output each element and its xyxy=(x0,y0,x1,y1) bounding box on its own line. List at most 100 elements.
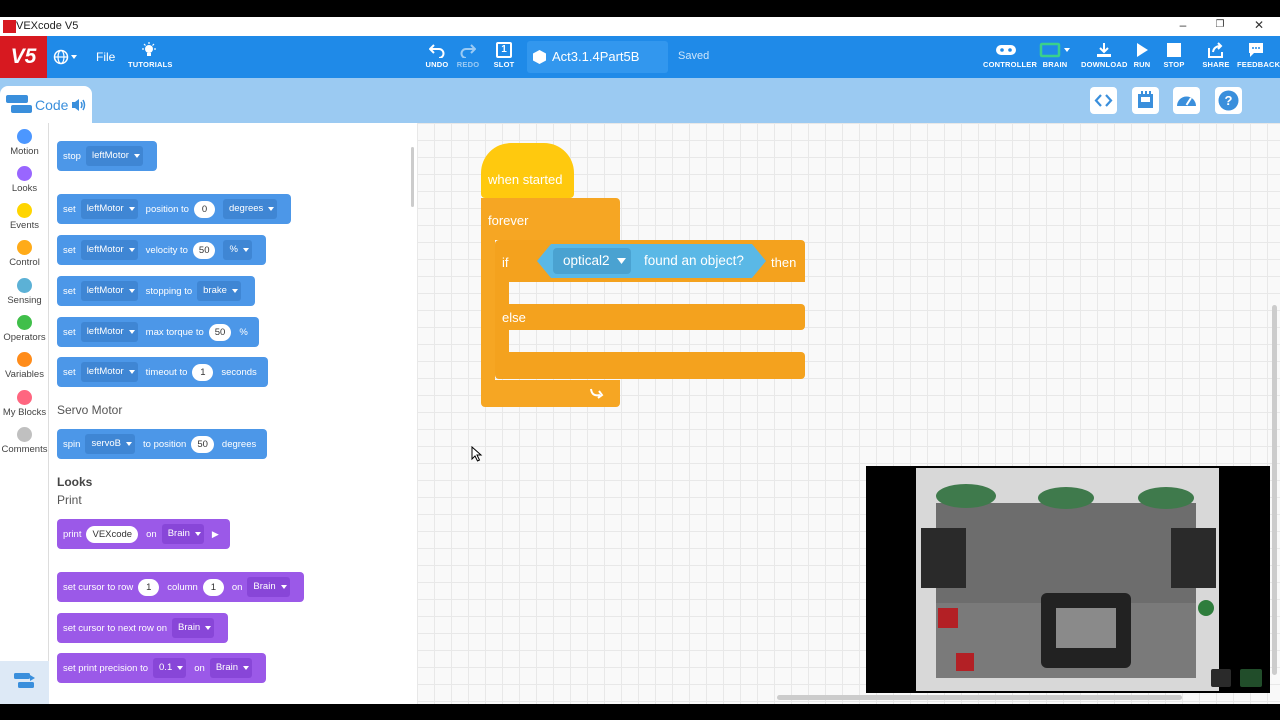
set-position-block[interactable]: set leftMotor position to 0 degrees xyxy=(57,194,292,224)
screen-dropdown[interactable]: Brain xyxy=(161,524,204,544)
row-input[interactable]: 1 xyxy=(138,578,160,596)
if-footer[interactable] xyxy=(495,352,805,379)
motor-dropdown[interactable]: leftMotor xyxy=(80,362,138,382)
file-menu[interactable]: File xyxy=(96,50,115,64)
extensions-icon xyxy=(14,673,35,688)
tab-code[interactable]: Code xyxy=(0,86,92,123)
servo-dropdown[interactable]: servoB xyxy=(85,434,136,454)
category-control[interactable]: Control xyxy=(0,240,49,268)
project-name-field[interactable]: Act3.1.4Part5B xyxy=(527,41,668,73)
value-input[interactable]: 1 xyxy=(192,363,214,381)
precision-dropdown[interactable]: 0.1 xyxy=(153,658,187,678)
unit-dropdown[interactable]: % xyxy=(223,240,252,260)
code-viewer-button[interactable] xyxy=(1090,87,1117,114)
set-stopping-block[interactable]: set leftMotor stopping to brake xyxy=(57,276,255,306)
screen-dropdown[interactable]: Brain xyxy=(209,658,252,678)
block-text: set xyxy=(63,203,76,215)
slot-button[interactable]: 1 SLOT xyxy=(491,42,517,69)
code-brackets-icon xyxy=(1094,94,1113,107)
motor-dropdown[interactable]: leftMotor xyxy=(80,240,138,260)
set-velocity-block[interactable]: set leftMotor velocity to 50 % xyxy=(57,235,266,265)
block-text: if xyxy=(502,255,509,270)
undo-button[interactable]: UNDO xyxy=(424,42,450,69)
extensions-button[interactable] xyxy=(0,661,49,704)
language-button[interactable] xyxy=(53,49,79,65)
help-button[interactable]: ? xyxy=(1215,87,1242,114)
value-input[interactable]: 50 xyxy=(208,323,232,341)
feedback-button[interactable]: FEEDBACK xyxy=(1237,42,1280,69)
close-button[interactable]: ✕ xyxy=(1252,18,1266,32)
pause-icon[interactable] xyxy=(1211,669,1231,687)
block-text: on xyxy=(146,528,157,540)
servo-motor-heading: Servo Motor xyxy=(57,403,123,417)
next-row-block[interactable]: set cursor to next row on Brain xyxy=(57,613,229,643)
share-button[interactable]: SHARE xyxy=(1202,42,1230,69)
category-comments[interactable]: Comments xyxy=(0,427,49,455)
redo-button[interactable]: REDO xyxy=(455,42,481,69)
sensor-dropdown[interactable]: optical2 xyxy=(553,248,631,274)
category-my-blocks[interactable]: My Blocks xyxy=(0,390,49,418)
block-text: seconds xyxy=(221,366,257,378)
code-tab-label: Code xyxy=(35,97,69,113)
category-looks[interactable]: Looks xyxy=(0,166,49,194)
category-dot xyxy=(17,390,32,405)
motor-dropdown[interactable]: leftMotor xyxy=(80,322,138,342)
block-text: on xyxy=(194,662,205,674)
stopping-dropdown[interactable]: brake xyxy=(197,281,241,301)
category-variables[interactable]: Variables xyxy=(0,352,49,380)
set-timeout-block[interactable]: set leftMotor timeout to 1 seconds xyxy=(57,357,268,387)
text-input[interactable]: VEXcode xyxy=(86,525,139,543)
motor-dropdown[interactable]: leftMotor xyxy=(80,199,138,219)
value-input[interactable]: 0 xyxy=(193,200,215,218)
motor-dropdown[interactable]: leftMotor xyxy=(80,281,138,301)
column-input[interactable]: 1 xyxy=(202,578,224,596)
tutorials-label: TUTORIALS xyxy=(128,60,173,69)
print-block[interactable]: print VEXcode on Brain ▶ xyxy=(57,519,230,549)
block-text: set cursor to next row on xyxy=(63,622,168,634)
when-started-block[interactable]: when started xyxy=(481,143,574,198)
screen-dropdown[interactable]: Brain xyxy=(247,577,290,597)
category-motion[interactable]: Motion xyxy=(0,129,49,157)
unit-dropdown[interactable]: degrees xyxy=(222,199,278,219)
category-events[interactable]: Events xyxy=(0,203,49,231)
category-operators[interactable]: Operators xyxy=(0,315,49,343)
category-dot xyxy=(17,278,32,293)
maximize-button[interactable]: ❐ xyxy=(1213,19,1227,30)
set-cursor-block[interactable]: set cursor to row 1 column 1 on Brain xyxy=(57,572,304,602)
controller-button[interactable]: CONTROLLER xyxy=(983,42,1037,69)
brain-button[interactable]: BRAIN xyxy=(1036,42,1074,69)
block-text: when started xyxy=(488,172,563,187)
else-header[interactable] xyxy=(495,304,805,330)
set-max-torque-block[interactable]: set leftMotor max torque to 50 % xyxy=(57,317,259,347)
window-titlebar: VEXcode V5 – ❐ ✕ xyxy=(0,17,1280,36)
value-input[interactable]: 50 xyxy=(192,241,216,259)
category-sensing[interactable]: Sensing xyxy=(0,278,49,306)
stop-motor-block[interactable]: stop leftMotor xyxy=(57,141,157,171)
run-button[interactable]: RUN xyxy=(1131,42,1153,69)
camera-icon[interactable] xyxy=(1240,669,1262,687)
stop-button[interactable]: STOP xyxy=(1162,42,1186,69)
workspace-horizontal-scrollbar[interactable] xyxy=(777,695,1182,700)
found-object-block[interactable]: optical2 found an object? xyxy=(537,244,766,278)
globe-icon xyxy=(53,49,77,65)
palette-scrollbar[interactable] xyxy=(411,147,414,207)
download-button[interactable]: DOWNLOAD xyxy=(1081,42,1127,69)
tutorials-button[interactable]: TUTORIALS xyxy=(128,42,173,69)
if-arm[interactable] xyxy=(495,282,509,304)
screen-dropdown[interactable]: Brain xyxy=(172,618,215,638)
forever-arm[interactable] xyxy=(481,240,495,380)
expand-arrow-icon[interactable]: ▶ xyxy=(212,529,219,540)
brain-label: BRAIN xyxy=(1042,60,1068,69)
value-input[interactable]: 50 xyxy=(191,435,214,453)
else-arm[interactable] xyxy=(495,330,509,352)
motor-dropdown[interactable]: leftMotor xyxy=(85,146,143,166)
speaker-icon[interactable] xyxy=(71,98,87,112)
spin-servo-block[interactable]: spin servoB to position 50 degrees xyxy=(57,429,268,459)
minimize-button[interactable]: – xyxy=(1176,18,1190,32)
share-icon xyxy=(1208,42,1223,58)
workspace-vertical-scrollbar[interactable] xyxy=(1272,305,1277,675)
vexcode-app: VEXcode V5 – ❐ ✕ V5 File TUTORIALS UNDO … xyxy=(0,0,1280,720)
print-precision-block[interactable]: set print precision to 0.1 on Brain xyxy=(57,653,266,683)
devices-button[interactable] xyxy=(1132,87,1159,114)
dashboard-button[interactable] xyxy=(1173,87,1200,114)
